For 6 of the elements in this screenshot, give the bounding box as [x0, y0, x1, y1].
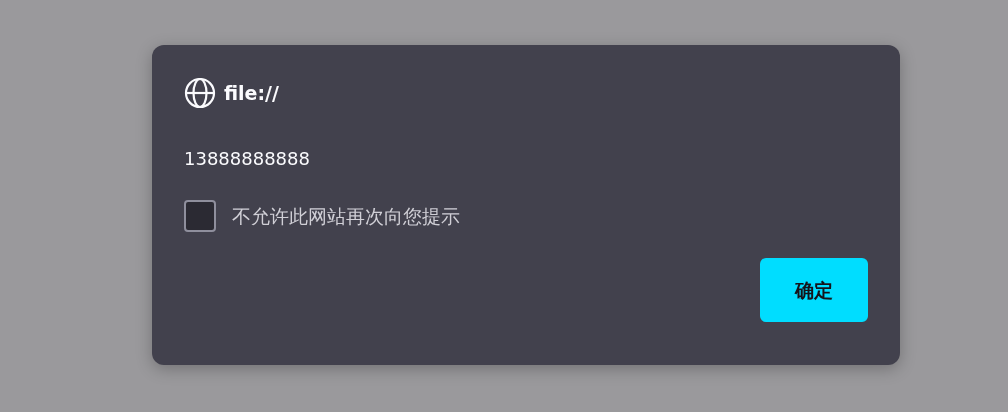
checkbox[interactable] — [184, 200, 216, 232]
ok-button[interactable]: 确定 — [760, 258, 868, 322]
checkbox-label: 不允许此网站再次向您提示 — [232, 203, 460, 229]
globe-icon — [184, 77, 216, 109]
dialog-message: 13888888888 — [184, 147, 311, 171]
dialog-origin: file:// — [224, 80, 279, 106]
